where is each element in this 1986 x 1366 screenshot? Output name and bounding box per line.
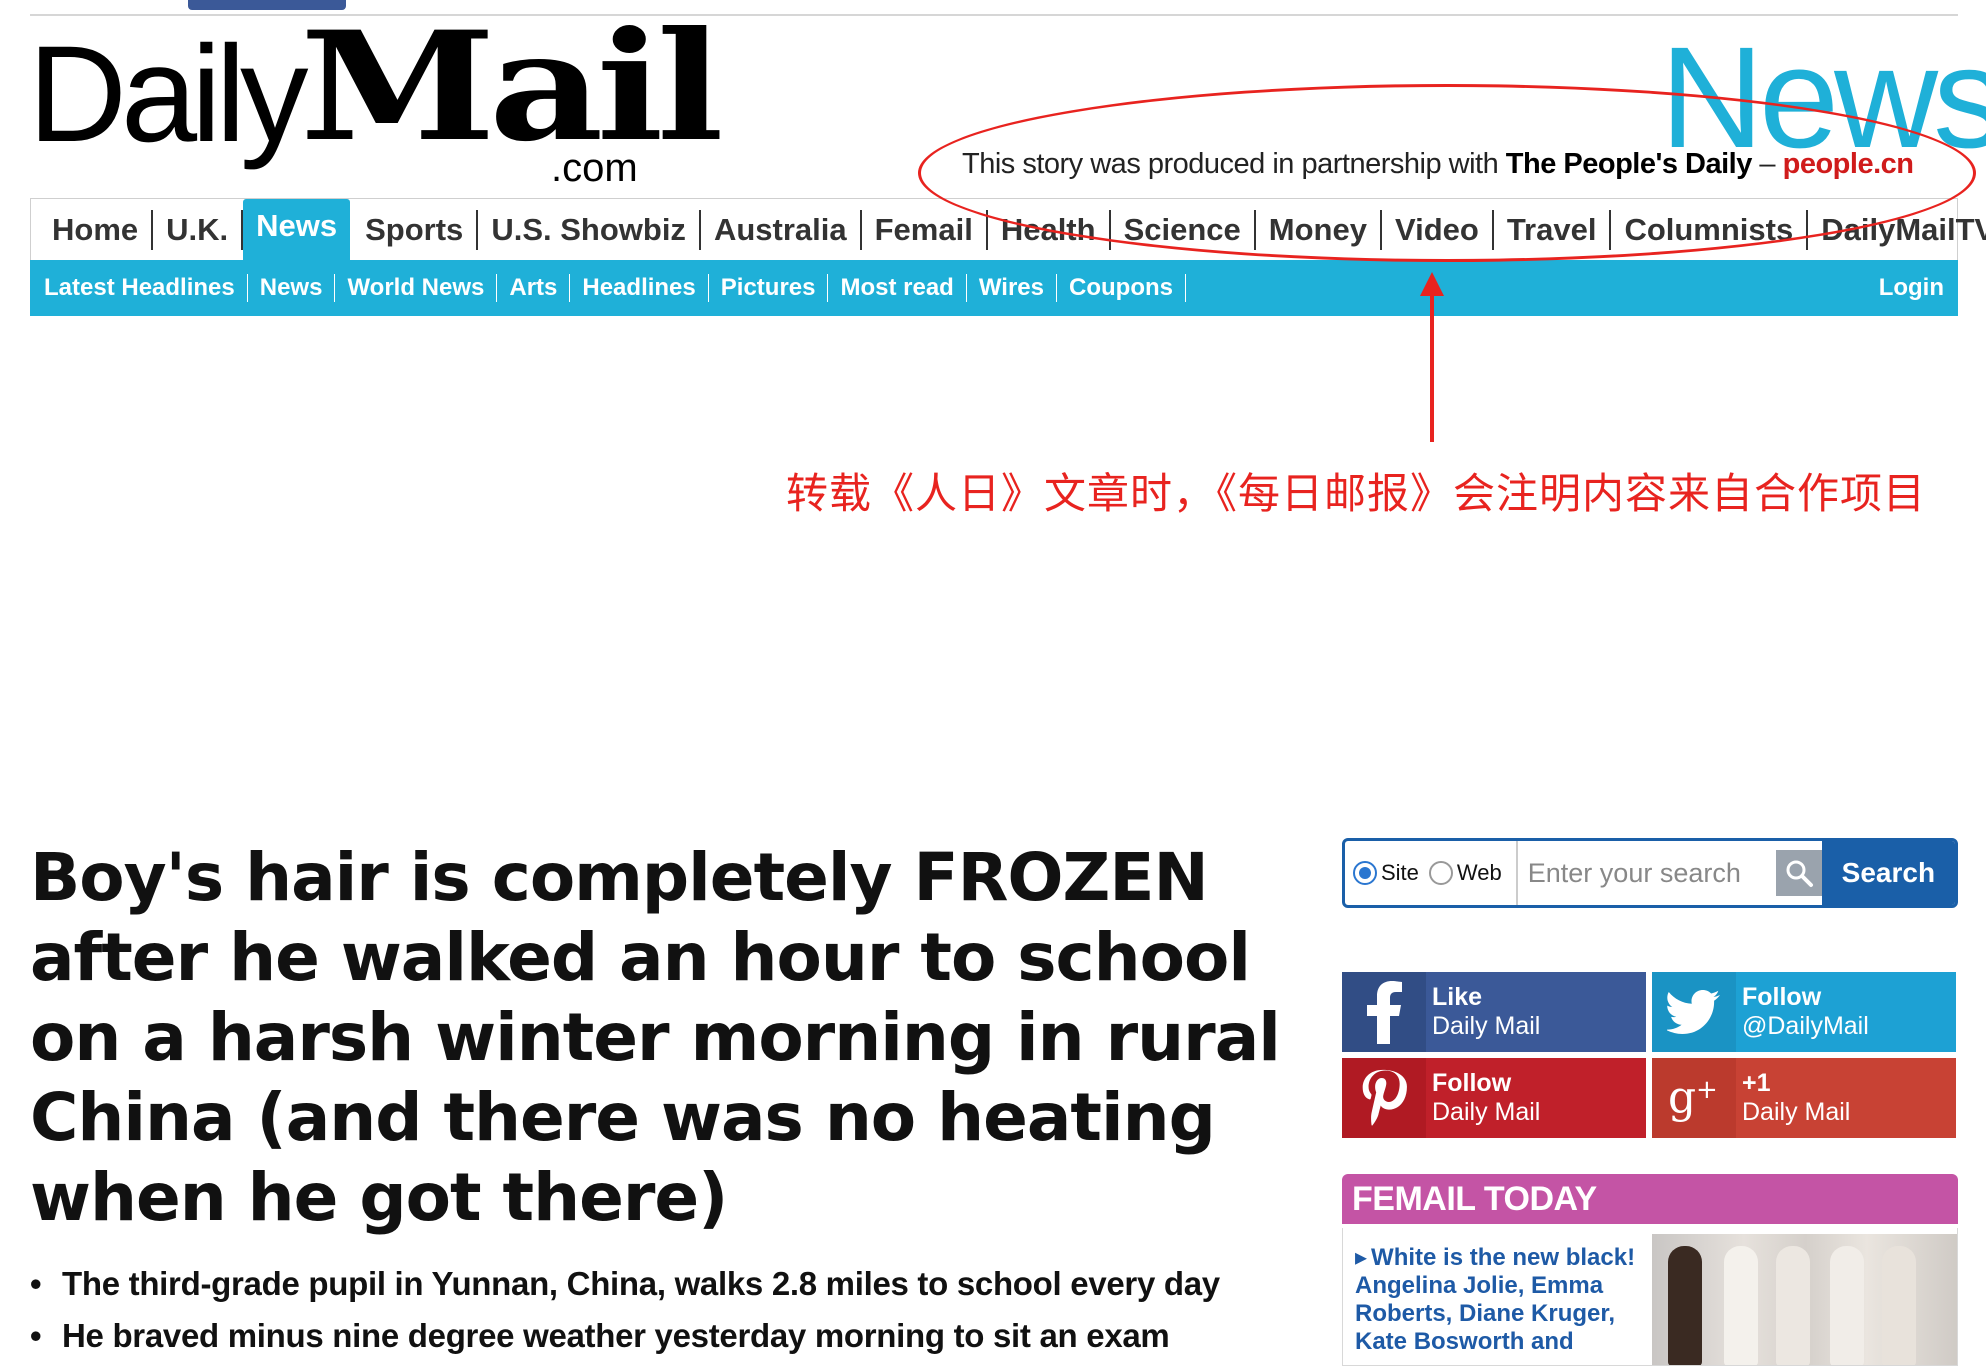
nav-item-sports[interactable]: Sports [352,209,479,250]
radio-web[interactable] [1428,861,1453,885]
bullet-item: The third-grade pupil in Yunnan, China, … [30,1258,1300,1310]
nav-item-news[interactable]: News [243,198,351,261]
google-plus-button[interactable]: g + +1 Daily Mail [1652,1058,1956,1138]
nav-item-u-k[interactable]: U.K. [153,209,244,250]
nav-item-home[interactable]: Home [39,209,154,250]
subnav-item-latest-headlines[interactable]: Latest Headlines [44,274,248,302]
svg-text:+: + [1696,1075,1718,1105]
subnav-item-news[interactable]: News [248,274,336,302]
subnav-item-world-news[interactable]: World News [335,274,498,302]
top-strip [0,0,1986,16]
subnav-item-wires[interactable]: Wires [967,274,1057,302]
search-box: Site Web Search [1342,838,1958,908]
photo-figure [1882,1246,1916,1365]
facebook-line1: Like [1432,983,1483,1011]
radio-site[interactable] [1353,861,1377,885]
photo-figure [1724,1246,1758,1365]
femail-teaser-rest[interactable]: Angelina Jolie, Emma Roberts, Diane Krug… [1355,1272,1615,1355]
search-button[interactable]: Search [1821,841,1955,905]
pinterest-icon [1342,1058,1426,1138]
nav-item-u-s-showbiz[interactable]: U.S. Showbiz [478,209,701,250]
googleplus-line2: Daily Mail [1742,1098,1851,1126]
logo-dotcom: .com [551,146,638,190]
facebook-like-button[interactable]: Like Daily Mail [1342,972,1646,1052]
femail-teaser-link[interactable]: White is the new black! Angelina Jolie, … [1355,1244,1645,1356]
search-input[interactable] [1517,841,1776,905]
nav-item-femail[interactable]: Femail [862,209,988,250]
logo-mail[interactable]: Mail [300,12,724,162]
subnav-item-headlines[interactable]: Headlines [570,274,709,302]
subnav-item-arts[interactable]: Arts [497,274,571,302]
search-scope: Site Web [1345,841,1518,905]
facebook-line2: Daily Mail [1432,1012,1541,1040]
femail-today-panel: White is the new black! Angelina Jolie, … [1342,1228,1958,1366]
pinterest-follow-button[interactable]: Follow Daily Mail [1342,1058,1646,1138]
login-link[interactable]: Login [1879,274,1944,302]
radio-site-label[interactable]: Site [1381,860,1419,886]
pinterest-line1: Follow [1432,1069,1512,1097]
twitter-line2: @DailyMail [1742,1012,1869,1040]
article-bullets: The third-grade pupil in Yunnan, China, … [30,1258,1300,1362]
subnav-item-most-read[interactable]: Most read [828,274,967,302]
svg-text:g: g [1668,1072,1696,1123]
twitter-follow-button[interactable]: Follow @DailyMail [1652,972,1956,1052]
subnav-item-pictures[interactable]: Pictures [709,274,829,302]
logo-daily[interactable]: Daily [28,26,309,163]
annotation-arrow-line [1430,292,1434,442]
twitter-icon [1652,972,1736,1052]
femail-teaser-lead[interactable]: White is the new black! [1355,1244,1635,1271]
pinterest-line2: Daily Mail [1432,1098,1541,1126]
article-headline: Boy's hair is completely FROZEN after he… [30,839,1281,1236]
googleplus-line1: +1 [1742,1069,1771,1097]
photo-figure [1830,1246,1864,1365]
annotation-caption: 转载《人日》文章时，《每日邮报》会注明内容来自合作项目 [786,469,1927,518]
photo-figure [1668,1246,1702,1365]
femail-teaser-image[interactable] [1652,1234,1957,1365]
bullet-item: He braved minus nine degree weather yest… [30,1310,1300,1362]
google-plus-icon: g + [1652,1058,1736,1138]
twitter-line1: Follow [1742,983,1822,1011]
subnav-item-coupons[interactable]: Coupons [1057,274,1186,302]
radio-web-label[interactable]: Web [1457,860,1502,886]
annotation-ellipse [918,84,1976,262]
photo-figure [1776,1246,1810,1365]
secondary-nav: Latest Headlines News World News Arts Headli… [30,260,1958,316]
facebook-icon [1342,972,1426,1052]
search-icon[interactable] [1775,850,1822,896]
nav-item-australia[interactable]: Australia [701,209,862,250]
femail-today-header[interactable]: FEMAIL TODAY [1342,1174,1958,1224]
